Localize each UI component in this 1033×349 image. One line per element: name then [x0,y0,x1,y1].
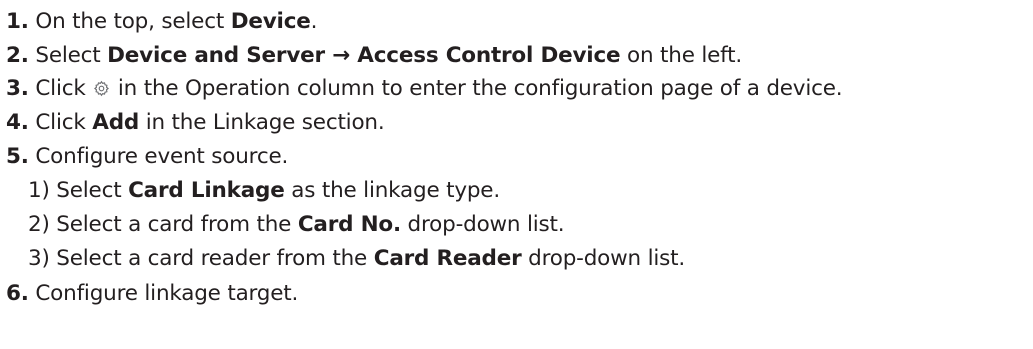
instruction-steps: 1. On the top, select Device. 2. Select … [0,0,1033,349]
substep-2: 2) Select a card from the Card No. drop-… [28,208,565,242]
step-text: Click [35,76,93,101]
step-bold-term: Add [92,110,140,135]
step-number: 4. [6,110,29,135]
step-text: in the Linkage section. [139,110,385,135]
substep-number: 2) [28,212,50,237]
step-number: 1. [6,9,29,34]
substep-text: drop-down list. [521,246,685,271]
substep-text: Select a card reader from the [49,246,374,271]
substep-text: Select a card from the [49,212,298,237]
step-6: 6. Configure linkage target. [6,277,298,311]
substep-number: 1) [28,178,50,203]
gear-icon [93,74,110,97]
step-number: 2. [6,43,29,68]
substep-text: Select [49,178,129,203]
substep-3: 3) Select a card reader from the Card Re… [28,242,685,276]
step-number: 5. [6,144,29,169]
step-text: Select [35,43,108,68]
substep-text: drop-down list. [400,212,565,237]
step-text: on the left. [620,43,743,68]
substep-bold-term: Card Reader [373,246,522,271]
step-bold-term: Device [230,9,311,34]
step-text: Configure event source. [35,144,289,169]
step-2: 2. Select Device and Server → Access Con… [6,39,742,73]
step-number: 3. [6,76,29,101]
step-text: Configure linkage target. [35,281,299,306]
step-text: . [310,9,318,34]
substep-bold-term: Card No. [297,212,401,237]
step-number: 6. [6,281,29,306]
step-1: 1. On the top, select Device. [6,5,317,39]
step-text: Click [35,110,93,135]
step-3: 3. Click in the Operation column to ente… [6,72,843,106]
step-text: in the Operation column to enter the con… [111,76,843,101]
substep-1: 1) Select Card Linkage as the linkage ty… [28,174,500,208]
step-4: 4. Click Add in the Linkage section. [6,106,385,140]
step-bold-term: Device and Server → Access Control Devic… [107,43,621,68]
substep-bold-term: Card Linkage [128,178,285,203]
step-5: 5. Configure event source. [6,140,288,174]
substep-text: as the linkage type. [284,178,500,203]
substep-number: 3) [28,246,50,271]
step-text: On the top, select [35,9,231,34]
